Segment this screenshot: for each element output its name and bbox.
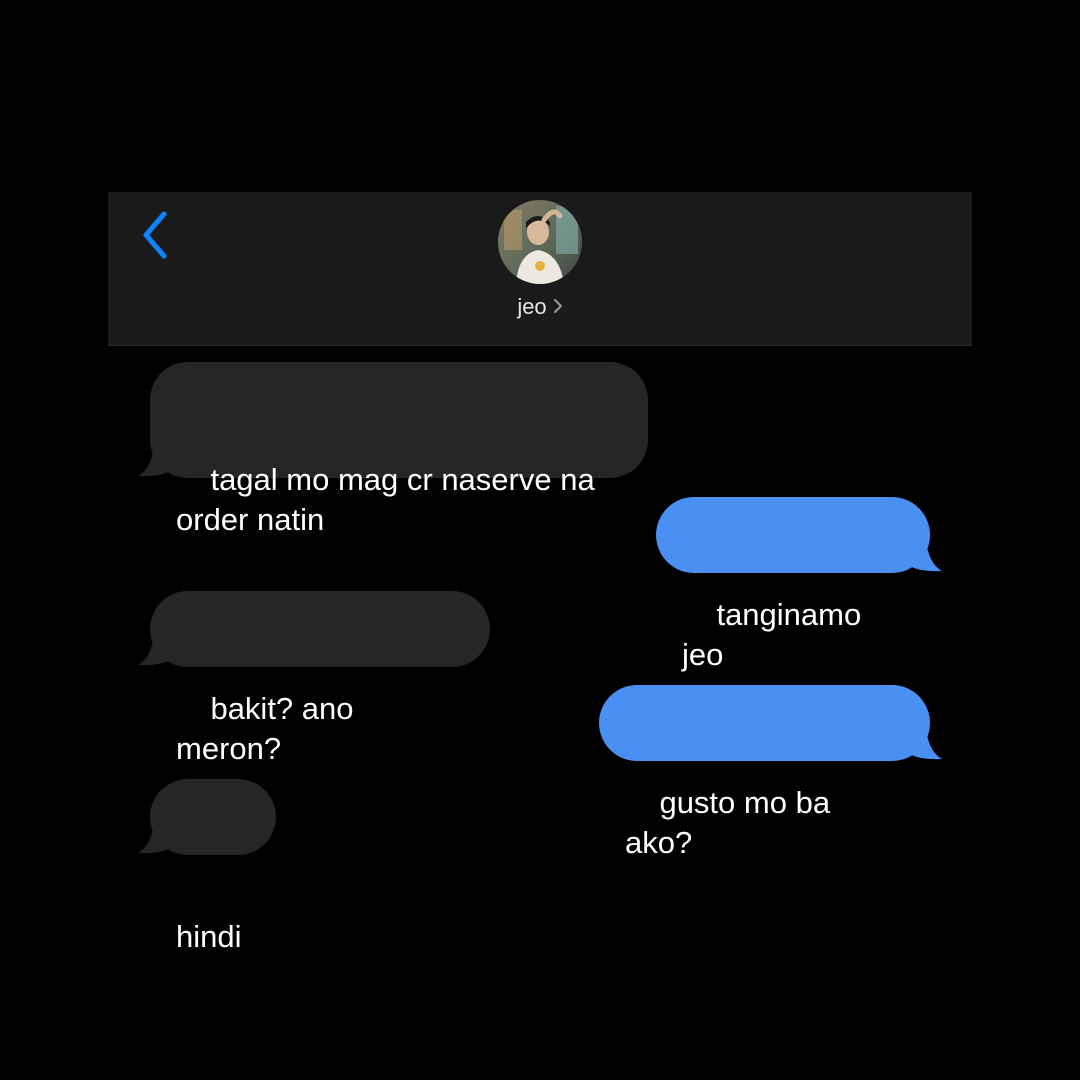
chevron-left-icon: [143, 211, 167, 259]
message-text: hindi: [176, 919, 242, 954]
contact-name: jeo: [517, 294, 547, 319]
message-text: tanginamo jeo: [682, 597, 870, 672]
bubble-tail: [908, 727, 942, 760]
bubble-tail: [138, 444, 172, 477]
contact-name-button[interactable]: jeo: [108, 292, 972, 322]
message-text: gusto mo ba ako?: [625, 785, 839, 860]
conversation-header: jeo: [108, 192, 972, 346]
incoming-message-bubble[interactable]: bakit? ano meron?: [138, 591, 490, 766]
message-text: bakit? ano meron?: [176, 691, 363, 766]
back-button[interactable]: [134, 208, 174, 262]
incoming-message-bubble[interactable]: hindi: [138, 779, 276, 954]
bubble-tail: [908, 539, 942, 572]
conversation-screen: jeo tagal mo mag cr naserve na order nat…: [108, 192, 972, 954]
chevron-right-icon: [553, 299, 562, 314]
bubble-tail: [138, 633, 172, 666]
outgoing-message-bubble[interactable]: gusto mo ba ako?: [599, 685, 942, 860]
bubble-tail: [138, 821, 172, 854]
outgoing-message-bubble[interactable]: tanginamo jeo: [656, 497, 942, 672]
incoming-message-bubble[interactable]: tagal mo mag cr naserve na order natin: [138, 362, 648, 537]
message-text: tagal mo mag cr naserve na order natin: [176, 462, 595, 537]
avatar[interactable]: [498, 200, 582, 284]
